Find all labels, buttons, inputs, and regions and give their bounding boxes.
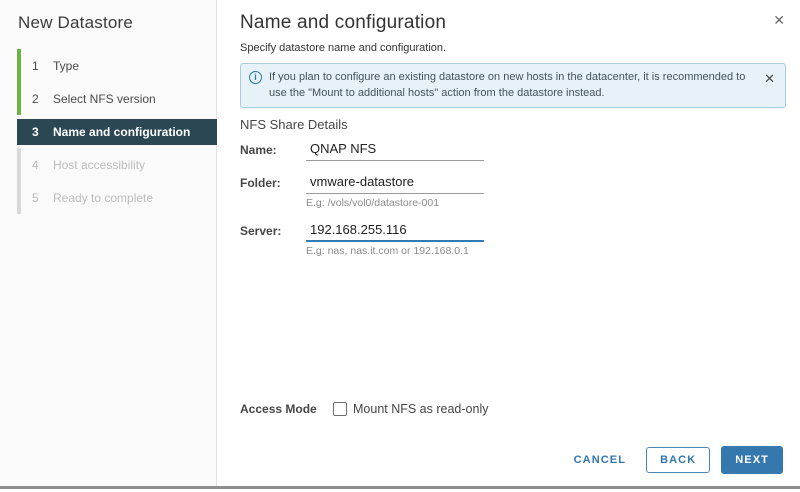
step-type[interactable]: 1 Type <box>17 49 217 82</box>
folder-label: Folder: <box>240 175 281 190</box>
folder-helper-text: E.g: /vols/vol0/datastore-001 <box>306 196 440 209</box>
nfs-share-details-heading: NFS Share Details <box>240 116 348 132</box>
dialog-title: New Datastore <box>18 13 134 32</box>
wizard-footer: CANCEL BACK NEXT <box>570 446 783 474</box>
step-host-accessibility: 4 Host accessibility <box>17 148 217 181</box>
step-name-and-configuration[interactable]: 3 Name and configuration <box>17 118 217 145</box>
wizard-steps: 1 Type 2 Select NFS version 3 Name and c… <box>17 49 217 214</box>
server-row: Server: E.g: nas, nas.it.com or 192.168.… <box>240 219 800 257</box>
step-label: Host accessibility <box>53 157 146 172</box>
name-input[interactable] <box>306 138 484 161</box>
info-banner-text: If you plan to configure an existing dat… <box>269 71 746 99</box>
server-helper-text: E.g: nas, nas.it.com or 192.168.0.1 <box>306 244 469 257</box>
step-number: 3 <box>32 124 39 139</box>
info-circle-icon: i <box>249 71 262 84</box>
step-number: 5 <box>32 190 39 205</box>
name-label: Name: <box>240 142 277 157</box>
nfs-share-form: Name: Folder: E.g: /vols/vol0/datastore-… <box>240 138 800 257</box>
step-select-nfs-version[interactable]: 2 Select NFS version <box>17 82 217 115</box>
wizard-sidebar: New Datastore 1 Type 2 Select NFS versio… <box>0 0 217 486</box>
access-mode-label: Access Mode <box>240 402 317 416</box>
banner-close-icon[interactable]: ✕ <box>764 72 775 85</box>
back-button[interactable]: BACK <box>646 447 711 473</box>
read-only-checkbox-label[interactable]: Mount NFS as read-only <box>353 402 488 416</box>
step-label: Select NFS version <box>53 91 156 106</box>
access-mode-row: Access Mode Mount NFS as read-only <box>240 402 488 416</box>
close-icon[interactable]: ✕ <box>773 13 785 27</box>
server-input[interactable] <box>306 219 484 242</box>
new-datastore-dialog: New Datastore 1 Type 2 Select NFS versio… <box>0 0 800 489</box>
step-number: 1 <box>32 58 39 73</box>
step-label: Name and configuration <box>53 124 191 139</box>
cancel-button[interactable]: CANCEL <box>570 448 630 472</box>
folder-input[interactable] <box>306 171 484 194</box>
folder-row: Folder: E.g: /vols/vol0/datastore-001 <box>240 171 800 209</box>
step-number: 2 <box>32 91 39 106</box>
info-banner: i If you plan to configure an existing d… <box>240 63 786 108</box>
step-label: Type <box>53 58 80 73</box>
next-button[interactable]: NEXT <box>721 446 783 474</box>
wizard-content: ✕ Name and configuration Specify datasto… <box>217 0 800 486</box>
step-number: 4 <box>32 157 39 172</box>
server-label: Server: <box>240 223 282 238</box>
page-subtitle: Specify datastore name and configuration… <box>240 42 447 54</box>
step-label: Ready to complete <box>53 190 154 205</box>
step-ready-to-complete: 5 Ready to complete <box>17 181 217 214</box>
name-row: Name: <box>240 138 800 161</box>
page-title: Name and configuration <box>240 12 447 33</box>
read-only-checkbox[interactable] <box>333 402 347 416</box>
